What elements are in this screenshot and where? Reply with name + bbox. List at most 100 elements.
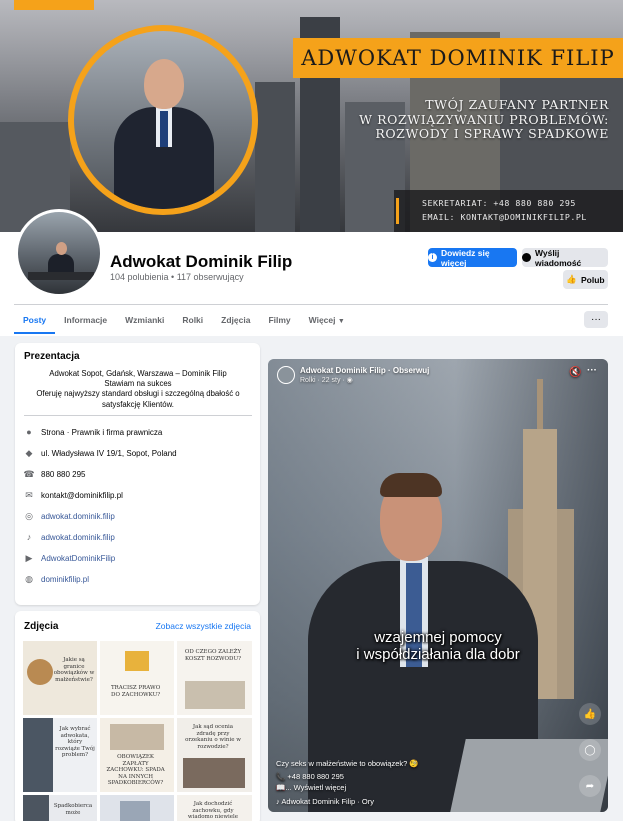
thumb-text: Jakie są granice obowiązków w małżeństwi… — [53, 657, 95, 683]
tab-photos[interactable]: Zdjęcia — [212, 312, 259, 334]
info-text: Strona · Prawnik i firma prawnicza — [41, 427, 163, 437]
thumb-text: TRACISZ PRAWO DO ZACHOWKU? — [110, 685, 161, 698]
lawyer-image — [23, 718, 53, 792]
location-icon: ◆ — [25, 447, 33, 458]
reel-like-button[interactable]: 👍 — [579, 703, 601, 725]
contact-accent-bar — [396, 198, 399, 224]
instagram-icon: ◎ — [25, 510, 33, 521]
reel-author[interactable]: Adwokat Dominik Filip · Obserwuj — [300, 366, 429, 375]
like-label: Polub — [580, 274, 605, 285]
mute-icon[interactable]: 🔇 — [569, 367, 581, 378]
intro-title: Prezentacja — [24, 351, 80, 362]
more-icon[interactable]: ··· — [587, 365, 597, 376]
intro-bio: Adwokat Sopot, Gdańsk, Warszawa – Domini… — [24, 369, 252, 410]
tagline-line: TWÓJ ZAUFANY PARTNER — [425, 97, 609, 112]
info-row-tiktok[interactable]: ♪ adwokat.dominik.filip — [24, 532, 115, 542]
photo-thumb[interactable]: Jak dochodzić zachowku, gdy wiadomo niew… — [177, 795, 252, 821]
house-image — [125, 651, 149, 671]
thumb-text: Jak wybrać adwokata, który rozwiąże Twój… — [55, 726, 95, 758]
reel-author-avatar[interactable] — [277, 366, 295, 384]
info-text: kontakt@dominikfilip.pl — [41, 490, 123, 500]
reel-comment-button[interactable]: ◯ — [579, 739, 601, 761]
info-link[interactable]: AdwokatDominikFilip — [41, 554, 115, 563]
lawyer-image — [23, 795, 49, 821]
cover-title-banner: ADWOKAT DOMINIK FILIP — [293, 38, 623, 78]
photo-thumb[interactable]: Jak sąd ocenia zdradę przy orzekaniu o w… — [177, 718, 252, 792]
info-row-category: ● Strona · Prawnik i firma prawnicza — [24, 427, 162, 437]
youtube-icon: ▶ — [25, 552, 33, 563]
profile-avatar[interactable] — [15, 209, 103, 297]
info-row-address[interactable]: ◆ ul. Władysława IV 19/1, Sopot, Poland — [24, 448, 177, 458]
see-all-photos-link[interactable]: Zobacz wszystkie zdjęcia — [156, 621, 251, 631]
thumb-text: Jak sąd ocenia zdradę przy orzekaniu o w… — [185, 724, 241, 750]
cover-email: EMAIL: KONTAKT@DOMINIKFILIP.PL — [422, 212, 587, 222]
photo-thumb[interactable]: Spadkobierca może — [23, 795, 97, 821]
tiktok-icon: ♪ — [26, 532, 32, 542]
rings-image — [27, 659, 53, 685]
cover-building — [255, 82, 295, 232]
learn-more-button[interactable]: i Dowiedz się więcej — [428, 247, 517, 268]
tab-more[interactable]: Więcej ▼ — [300, 312, 354, 334]
cover-photo[interactable]: ADWOKAT DOMINIK FILIP TWÓJ ZAUFANY PARTN… — [0, 0, 623, 232]
page-stats[interactable]: 104 polubienia • 117 obserwujący — [110, 272, 244, 282]
cover-contact-box: SEKRETARIAT: +48 880 880 295 EMAIL: KONT… — [394, 190, 623, 232]
info-text: ul. Władysława IV 19/1, Sopot, Poland — [41, 448, 177, 458]
more-options-button[interactable]: ··· — [584, 311, 608, 328]
hands-image — [183, 758, 245, 788]
photo-thumb[interactable]: Jakie są granice obowiązków w małżeństwi… — [23, 641, 97, 715]
cover-tagline: TWÓJ ZAUFANY PARTNER W ROZWIĄZYWANIU PRO… — [359, 97, 609, 142]
bio-line: Stawiam na sukces — [104, 379, 172, 389]
header-divider — [14, 304, 608, 305]
tab-posts[interactable]: Posty — [14, 312, 56, 334]
share-icon: ➦ — [585, 780, 595, 792]
reel-caption: Czy seks w małżeństwie to obowiązek? 🧐 — [276, 759, 419, 768]
send-message-button[interactable]: Wyślij wiadomość — [522, 248, 608, 268]
info-row-website[interactable]: ◍ dominikfilip.pl — [24, 574, 89, 584]
reel-meta: Rolki · 22 sty · ◉ — [300, 377, 353, 384]
photo-thumb[interactable]: Jak wybrać adwokata, który rozwiąże Twój… — [23, 718, 97, 792]
cover-accent-strip — [14, 0, 94, 10]
photos-title: Zdjęcia — [24, 621, 59, 632]
tab-reels[interactable]: Rolki — [173, 312, 212, 334]
email-icon: ✉ — [25, 489, 33, 500]
thumb-text: Jak dochodzić zachowku, gdy wiadomo niew… — [187, 801, 239, 820]
thumbs-up-icon: 👍 — [566, 274, 577, 284]
money-image — [110, 724, 164, 750]
info-row-email[interactable]: ✉ kontakt@dominikfilip.pl — [24, 490, 123, 500]
tab-mentions[interactable]: Wzmianki — [116, 312, 173, 334]
photo-thumb[interactable]: OD CZEGO ZALEŻY KOSZT ROZWODU? — [177, 641, 252, 715]
video-subtitle-line: wzajemnej pomocy — [374, 629, 502, 646]
info-row-youtube[interactable]: ▶ AdwokatDominikFilip — [24, 552, 116, 563]
intro-card: Prezentacja Adwokat Sopot, Gdańsk, Warsz… — [15, 343, 260, 605]
caret-down-icon: ▼ — [337, 318, 345, 325]
info-link[interactable]: dominikfilip.pl — [41, 575, 89, 584]
phone-icon: ☎ — [23, 468, 35, 479]
photo-thumb[interactable]: OBOWIĄZEK ZAPŁATY ZACHOWKU: SPADA NA INN… — [100, 718, 174, 792]
thumb-image — [120, 801, 150, 821]
documents-image — [185, 681, 245, 709]
info-link[interactable]: adwokat.dominik.filip — [41, 512, 115, 521]
thumbs-up-icon: 👍 — [583, 708, 597, 720]
learn-more-label: Dowiedz się więcej — [440, 247, 490, 268]
page-name[interactable]: Adwokat Dominik Filip — [110, 252, 292, 272]
photo-thumb[interactable]: TRACISZ PRAWO DO ZACHOWKU? — [100, 641, 174, 715]
info-row-phone[interactable]: ☎ 880 880 295 — [23, 468, 86, 479]
like-button[interactable]: 👍 Polub — [563, 270, 608, 289]
info-row-instagram[interactable]: ◎ adwokat.dominik.filip — [24, 511, 115, 521]
profile-tabs: Posty Informacje Wzmianki Rolki Zdjęcia … — [14, 312, 354, 334]
tab-videos[interactable]: Filmy — [259, 312, 299, 334]
photos-card: Zdjęcia Zobacz wszystkie zdjęcia Jakie s… — [15, 611, 260, 821]
tab-more-label: Więcej — [308, 315, 336, 325]
tab-info[interactable]: Informacje — [55, 312, 116, 334]
reel-audio[interactable]: ♪ Adwokat Dominik Filip · Ory — [276, 797, 374, 806]
bio-line: Adwokat Sopot, Gdańsk, Warszawa – Domini… — [49, 369, 227, 378]
reel-see-more[interactable]: 📖... Wyświetl więcej — [276, 783, 346, 792]
reel-video[interactable]: Adwokat Dominik Filip · Obserwuj Rolki ·… — [268, 359, 608, 812]
bio-line: Oferuję najwyższy standard obsługi i szc… — [36, 389, 240, 409]
info-link[interactable]: adwokat.dominik.filip — [41, 533, 115, 542]
info-text: 880 880 295 — [41, 469, 86, 479]
comment-icon: ◯ — [584, 744, 596, 756]
tagline-line: W ROZWIĄZYWANIU PROBLEMÓW: — [359, 111, 609, 127]
photo-thumb[interactable] — [100, 795, 174, 821]
reel-share-button[interactable]: ➦ — [579, 775, 601, 797]
